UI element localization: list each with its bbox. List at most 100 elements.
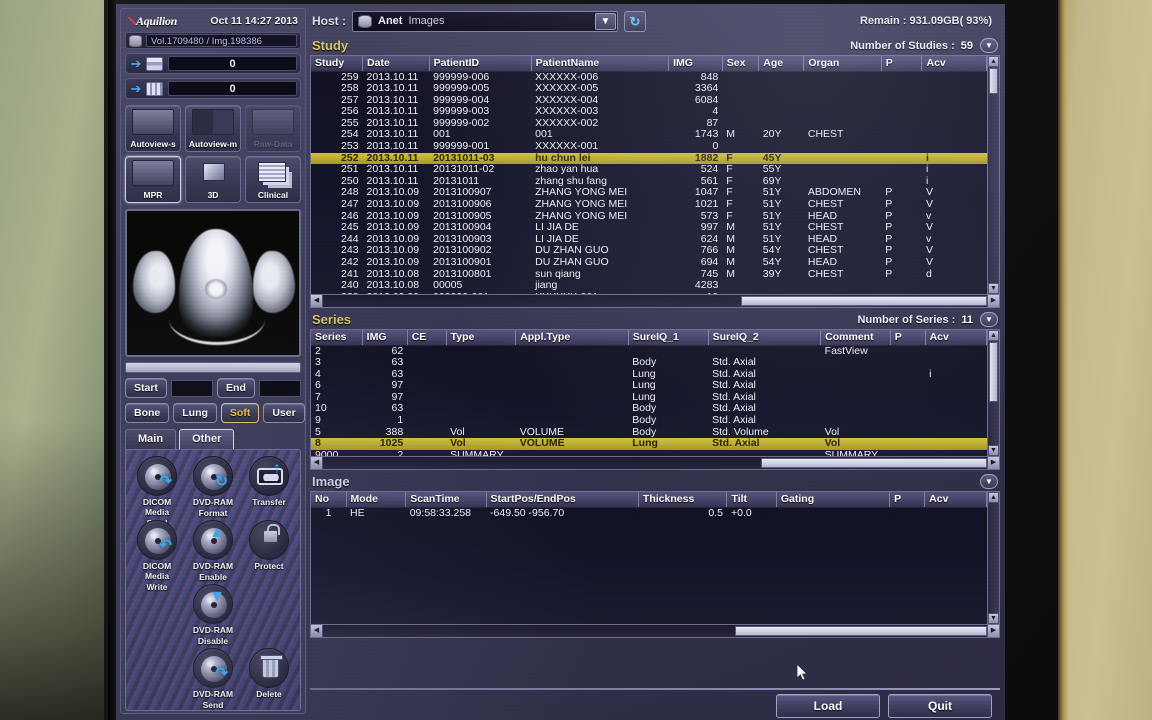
study-col-patientid[interactable]: PatientID <box>429 56 532 72</box>
table-row[interactable]: 247 2013.10.09 2013100906 ZHANG YONG MEI 102… <box>311 199 987 211</box>
table-row[interactable]: 2382013.09.29999999-001XXXXXX-00118 <box>311 292 987 294</box>
start-value-field[interactable] <box>170 379 214 397</box>
kernel-lung-button[interactable]: Lung <box>173 403 217 423</box>
image-hscroll-thumb[interactable] <box>734 626 987 636</box>
load-button[interactable]: Load <box>776 694 880 718</box>
scroll-down-icon[interactable]: ▼ <box>988 283 999 294</box>
image-col-acv[interactable]: Acv <box>924 492 987 508</box>
quit-button[interactable]: Quit <box>888 694 992 718</box>
study-col-sex[interactable]: Sex <box>722 56 760 72</box>
table-row[interactable]: 242 2013.10.09 2013100901 DU ZHAN GUO 694 M 54… <box>311 257 987 269</box>
scroll-right-icon[interactable]: ▶ <box>987 457 999 469</box>
table-row[interactable]: 5 388 Vol VOLUME Body Std. Volume Vol <box>311 427 987 439</box>
table-row[interactable]: 3 63 Body Std. Axial <box>311 357 987 369</box>
series-col-type[interactable]: Type <box>446 330 517 346</box>
table-row[interactable]: 9 1 Body Std. Axial <box>311 415 987 427</box>
series-col-ce[interactable]: CE <box>407 330 447 346</box>
host-select[interactable]: Anet Images ▼ <box>352 10 618 32</box>
table-row[interactable]: 246 2013.10.09 2013100905 ZHANG YONG MEI 573… <box>311 211 987 223</box>
table-row[interactable]: 9000 2 SUMMARY SUMMARY <box>311 450 987 456</box>
image-col-mode[interactable]: Mode <box>346 492 407 508</box>
series-col-img[interactable]: IMG <box>362 330 408 346</box>
raw-data-button[interactable]: Raw-Data <box>245 105 301 152</box>
table-row[interactable]: 255 2013.10.11 999999-002 XXXXXX-002 87 <box>311 118 987 130</box>
delete-button[interactable]: Delete <box>242 648 296 710</box>
table-row[interactable]: 259 2013.10.11 999999-006 XXXXXX-006 848 <box>311 71 987 83</box>
table-row[interactable]: 254 2013.10.11 001 001 1743 M 20Y CHEST <box>311 129 987 141</box>
series-hscroll-thumb[interactable] <box>761 458 987 468</box>
study-horizontal-scrollbar[interactable]: ◀ ▶ <box>310 295 1000 308</box>
scroll-left-icon[interactable]: ◀ <box>311 625 323 637</box>
table-row[interactable]: 240 2013.10.08 00005 jiang 4283 <box>311 280 987 292</box>
table-row[interactable]: 2 62 FastView <box>311 345 987 357</box>
end-value-field[interactable] <box>258 379 301 397</box>
table-row[interactable]: 253 2013.10.11 999999-001 XXXXXX-001 0 <box>311 141 987 153</box>
series-collapse-button[interactable]: ▼ <box>980 312 998 327</box>
scroll-left-icon[interactable]: ◀ <box>311 457 323 469</box>
protect-button[interactable]: Protect <box>242 520 296 582</box>
study-table[interactable]: Study Date PatientID PatientName IMG Sex… <box>310 55 1000 295</box>
transfer-button[interactable]: ↑ Transfer <box>242 456 296 518</box>
study-scroll-thumb[interactable] <box>989 68 998 94</box>
table-row[interactable]: 1 HE 09:58:33.258 -649.50 -956.70 0.5 +0.0 <box>311 507 987 519</box>
scroll-up-icon[interactable]: ▲ <box>988 492 999 503</box>
dicom-media-write-button[interactable]: ↶ DICOM Media Write <box>130 520 184 592</box>
table-row[interactable]: 256 2013.10.11 999999-003 XXXXXX-003 4 <box>311 106 987 118</box>
series-col-p[interactable]: P <box>890 330 926 346</box>
image-collapse-button[interactable]: ▼ <box>980 474 998 489</box>
image-col-no[interactable]: No <box>311 492 347 508</box>
series-scroll-thumb[interactable] <box>989 342 998 402</box>
study-col-img[interactable]: IMG <box>668 56 723 72</box>
preview-thumbnail[interactable] <box>125 209 301 357</box>
study-col-date[interactable]: Date <box>362 56 430 72</box>
scroll-up-icon[interactable]: ▲ <box>988 56 999 67</box>
chevron-down-icon[interactable]: ▼ <box>595 12 616 30</box>
dvd-ram-enable-button[interactable]: ▲ DVD-RAM Enable <box>186 520 240 582</box>
kernel-soft-button[interactable]: Soft <box>220 403 260 423</box>
image-col-thickness[interactable]: Thickness <box>638 492 728 508</box>
series-vertical-scrollbar[interactable]: ▲ ▼ <box>987 330 999 456</box>
scroll-down-icon[interactable]: ▼ <box>988 613 999 624</box>
print-queue-row[interactable]: ➔ 0 <box>125 53 301 74</box>
dicom-media-send-button[interactable]: ↷ DICOM Media Send <box>130 456 184 528</box>
table-row[interactable]: 244 2013.10.09 2013100903 LI JIA DE 624 M 51Y H… <box>311 234 987 246</box>
study-col-p[interactable]: P <box>881 56 923 72</box>
series-col-sureiq1[interactable]: SureIQ_1 <box>628 330 709 346</box>
study-col-acv[interactable]: Acv <box>921 56 987 72</box>
scroll-right-icon[interactable]: ▶ <box>987 295 999 307</box>
dvd-ram-format-button[interactable]: ↻ DVD-RAM Format <box>186 456 240 518</box>
series-col-series[interactable]: Series <box>311 330 363 346</box>
table-row[interactable]: 6 97 Lung Std. Axial <box>311 380 987 392</box>
end-button[interactable]: End <box>217 378 255 398</box>
table-row[interactable]: 257 2013.10.11 999999-004 XXXXXX-004 6084 <box>311 95 987 107</box>
series-horizontal-scrollbar[interactable]: ◀ ▶ <box>310 457 1000 470</box>
image-col-startendpos[interactable]: StartPos/EndPos <box>486 492 639 508</box>
kernel-user-button[interactable]: User <box>263 403 305 423</box>
film-queue-row[interactable]: ➔ 0 <box>125 78 301 99</box>
table-row[interactable]: 10 63 Body Std. Axial <box>311 403 987 415</box>
autoview-s-button[interactable]: Autoview-s <box>125 105 181 152</box>
image-table[interactable]: No Mode ScanTime StartPos/EndPos Thickne… <box>310 491 1000 625</box>
series-table[interactable]: Series IMG CE Type Appl.Type SureIQ_1 Su… <box>310 329 1000 457</box>
image-col-scantime[interactable]: ScanTime <box>405 492 487 508</box>
image-col-gating[interactable]: Gating <box>776 492 891 508</box>
series-col-comment[interactable]: Comment <box>820 330 891 346</box>
clinical-button[interactable]: Clinical <box>245 156 301 203</box>
series-col-sureiq2[interactable]: SureIQ_2 <box>708 330 822 346</box>
table-row[interactable]: 7 97 Lung Std. Axial <box>311 392 987 404</box>
study-col-study[interactable]: Study <box>311 56 364 72</box>
series-col-acv[interactable]: Acv <box>925 330 987 346</box>
scroll-up-icon[interactable]: ▲ <box>988 330 999 341</box>
study-collapse-button[interactable]: ▼ <box>980 38 998 53</box>
dvd-ram-send-button[interactable]: ↷ DVD-RAM Send <box>186 648 240 710</box>
dvd-ram-disable-button[interactable]: ▼ DVD-RAM Disable <box>186 584 240 646</box>
table-row[interactable]: 248 2013.10.09 2013100907 ZHANG YONG MEI 104… <box>311 187 987 199</box>
table-row[interactable]: 252 2013.10.11 20131011-03 hu chun lei 1882 F… <box>311 152 987 165</box>
study-vertical-scrollbar[interactable]: ▲ ▼ <box>987 56 999 294</box>
refresh-button[interactable]: ↻ <box>624 10 646 32</box>
image-horizontal-scrollbar[interactable]: ◀ ▶ <box>310 625 1000 638</box>
tab-other[interactable]: Other <box>179 429 235 449</box>
table-row[interactable]: 258 2013.10.11 999999-005 XXXXXX-005 3364 <box>311 83 987 95</box>
table-row[interactable]: 243 2013.10.09 2013100902 DU ZHAN GUO 766 M 54… <box>311 245 987 257</box>
3d-button[interactable]: 3D <box>185 156 241 203</box>
